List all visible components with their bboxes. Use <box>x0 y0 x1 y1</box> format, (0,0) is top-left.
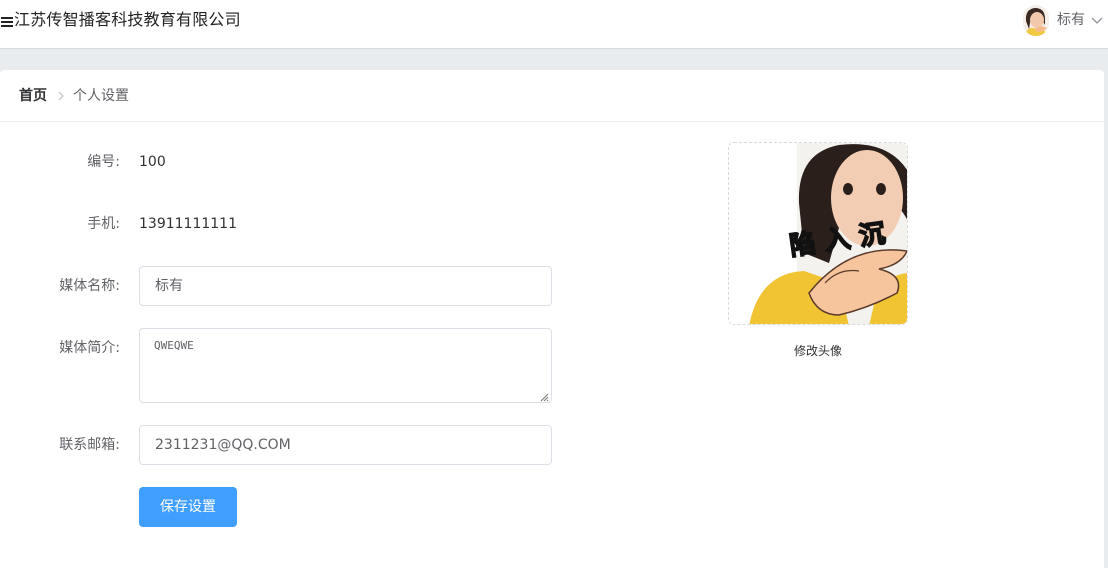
user-name[interactable]: 标有 <box>1057 11 1085 29</box>
breadcrumb: 首页 个人设置 <box>0 70 1104 122</box>
media-name-label: 媒体名称: <box>59 278 120 294</box>
save-settings-button[interactable]: 保存设置 <box>139 487 237 527</box>
change-avatar-label[interactable]: 修改头像 <box>728 343 908 359</box>
chevron-down-icon[interactable] <box>1090 12 1104 26</box>
breadcrumb-current: 个人设置 <box>73 88 129 104</box>
media-intro-text: QWEQWE <box>154 339 194 352</box>
email-label: 联系邮箱: <box>59 437 120 453</box>
app-title: 江苏传智播客科技教育有限公司 <box>14 10 241 29</box>
user-avatar[interactable] <box>1023 5 1049 36</box>
media-intro-textarea[interactable]: QWEQWE <box>139 328 552 403</box>
media-name-input[interactable]: 标有 <box>139 266 552 306</box>
settings-card: 首页 个人设置 编号: 100 手机: 13911111111 媒体名称: 标有… <box>0 70 1104 568</box>
id-value: 100 <box>139 154 166 170</box>
media-intro-label: 媒体简介: <box>59 340 120 356</box>
avatar-preview-image: 陷 入 沉 <box>729 143 907 324</box>
top-navbar: 江苏传智播客科技教育有限公司 标有 <box>0 0 1108 49</box>
avatar-uploader[interactable]: 陷 入 沉 <box>728 142 908 325</box>
breadcrumb-home[interactable]: 首页 <box>19 87 47 105</box>
resize-grip-icon[interactable] <box>540 391 549 402</box>
phone-label: 手机: <box>87 216 120 232</box>
page-edge <box>1104 49 1108 568</box>
email-input[interactable]: 2311231@QQ.COM <box>139 425 552 465</box>
chevron-right-icon <box>56 88 66 104</box>
id-label: 编号: <box>87 154 120 170</box>
menu-fold-icon[interactable] <box>1 14 14 28</box>
phone-value: 13911111111 <box>139 216 237 232</box>
